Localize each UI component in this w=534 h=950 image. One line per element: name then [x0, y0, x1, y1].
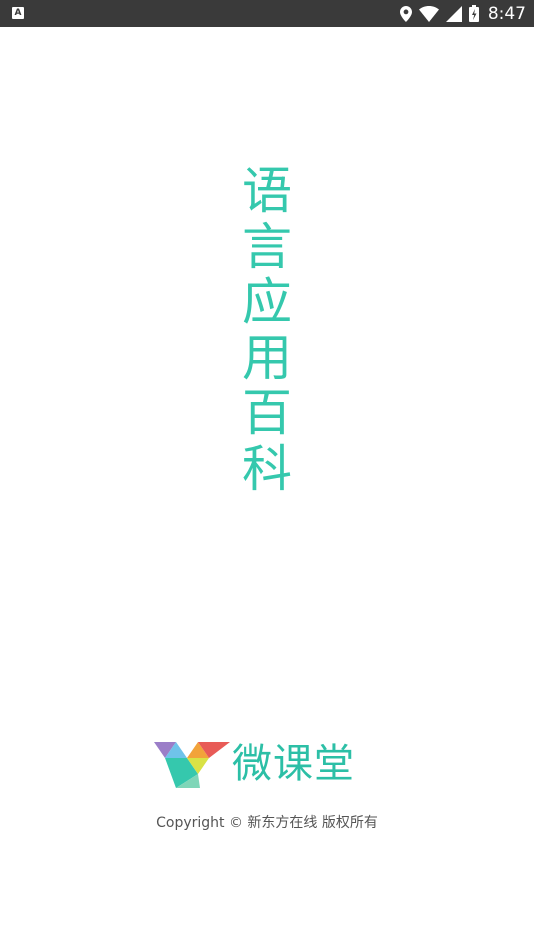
status-icons: 8:47 — [399, 0, 526, 27]
notification-a-icon: A — [12, 7, 24, 19]
title-char: 应 — [242, 273, 292, 331]
wifi-icon — [418, 5, 439, 22]
status-bar: A 8:47 — [0, 0, 534, 27]
title-char: 言 — [242, 217, 292, 276]
brand-name: 微课堂 — [232, 741, 355, 787]
clock-time: 8:47 — [487, 3, 526, 24]
title-char: 用 — [242, 328, 292, 387]
title-char: 百 — [242, 384, 292, 442]
splash-title: 语 言 应 用 百 科 — [238, 162, 296, 498]
battery-icon — [468, 5, 479, 22]
brand-logo-icon — [154, 742, 230, 788]
copyright-text: Copyright © 新东方在线 版权所有 — [156, 815, 378, 831]
location-icon — [399, 5, 412, 22]
signal-icon — [445, 5, 462, 22]
title-char: 科 — [242, 439, 292, 498]
title-char: 语 — [242, 162, 292, 220]
